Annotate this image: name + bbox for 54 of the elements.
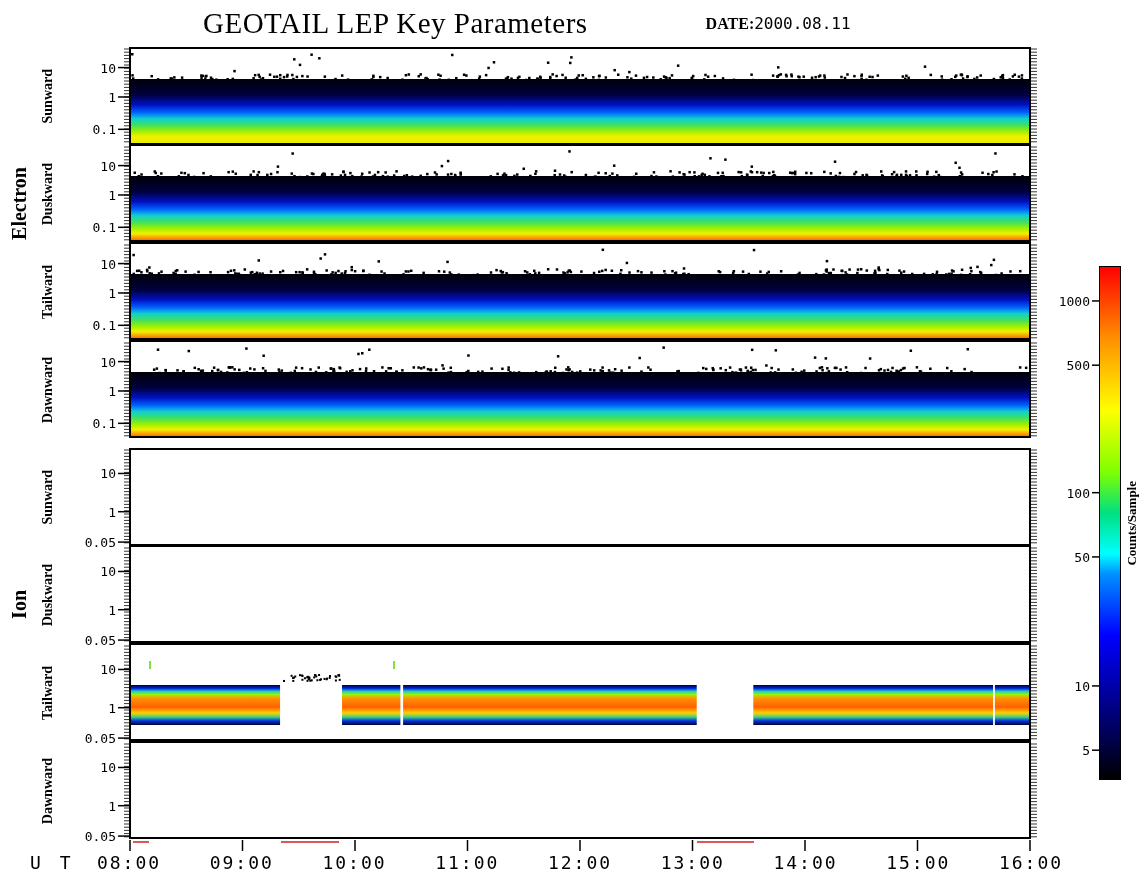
time-tick-label: 14:00 bbox=[773, 852, 838, 873]
y-tick-label: 0.05 bbox=[84, 633, 116, 647]
y-tick-label: 1 bbox=[108, 603, 116, 617]
direction-label: Duskward bbox=[40, 563, 56, 627]
y-tick-label: 1 bbox=[108, 701, 116, 715]
y-tick-label: 10 bbox=[100, 159, 116, 173]
time-tick-label: 08:00 bbox=[96, 852, 162, 873]
axis-label: U T bbox=[30, 852, 75, 873]
time-tick-label: 10:00 bbox=[322, 852, 387, 873]
direction-label: Tailward bbox=[40, 265, 56, 319]
time-tick-label: 12:00 bbox=[547, 852, 613, 873]
y-tick-label: 0.1 bbox=[92, 220, 116, 234]
y-tick-label: 10 bbox=[100, 355, 116, 369]
y-tick-label: 10 bbox=[100, 564, 116, 578]
y-tick-label: 0.1 bbox=[92, 122, 116, 136]
group-label: Ion bbox=[7, 589, 31, 619]
colorbar-title: Counts/Sample bbox=[1123, 480, 1140, 566]
y-tick-label: 10 bbox=[100, 466, 116, 480]
y-tick-label: 10 bbox=[100, 257, 116, 271]
y-tick-label: 0.1 bbox=[92, 318, 116, 332]
time-tick-label: 11:00 bbox=[435, 852, 500, 873]
group-label: Electron bbox=[7, 166, 31, 240]
y-tick-label: 0.1 bbox=[92, 416, 116, 430]
y-tick-label: 1 bbox=[108, 188, 116, 202]
y-tick-label: 0.05 bbox=[84, 535, 116, 549]
colorbar-tick-label: 10 bbox=[1074, 679, 1090, 693]
y-tick-label: 10 bbox=[100, 662, 116, 676]
y-tick-label: 1 bbox=[108, 286, 116, 300]
time-tick-label: 15:00 bbox=[886, 852, 951, 873]
direction-label: Duskward bbox=[40, 162, 56, 226]
colorbar-tick-label: 5 bbox=[1082, 743, 1090, 757]
direction-label: Dawnward bbox=[40, 356, 56, 424]
time-tick-label: 16:00 bbox=[998, 852, 1064, 873]
y-tick-label: 10 bbox=[100, 61, 116, 75]
y-tick-label: 1 bbox=[108, 799, 116, 813]
y-tick-label: 10 bbox=[100, 760, 116, 774]
colorbar-tick-label: 50 bbox=[1074, 550, 1090, 564]
y-tick-label: 0.05 bbox=[84, 829, 116, 843]
direction-label: Dawnward bbox=[40, 757, 56, 825]
date-label: DATE: bbox=[705, 14, 755, 33]
direction-label: Sunward bbox=[40, 68, 56, 124]
y-tick-label: 1 bbox=[108, 505, 116, 519]
direction-label: Tailward bbox=[40, 666, 56, 720]
y-tick-label: 1 bbox=[108, 90, 116, 104]
time-tick-label: 09:00 bbox=[209, 852, 274, 873]
direction-label: Sunward bbox=[40, 469, 56, 525]
colorbar-tick-label: 1000 bbox=[1058, 294, 1090, 308]
chart-title: GEOTAIL LEP Key Parameters bbox=[203, 7, 588, 40]
y-tick-label: 0.05 bbox=[84, 731, 116, 745]
date-value: 2000.08.11 bbox=[754, 14, 851, 33]
colorbar-tick-label: 500 bbox=[1066, 358, 1090, 372]
time-tick-label: 13:00 bbox=[660, 852, 725, 873]
colorbar-tick-label: 100 bbox=[1066, 486, 1090, 500]
y-tick-label: 1 bbox=[108, 384, 116, 398]
